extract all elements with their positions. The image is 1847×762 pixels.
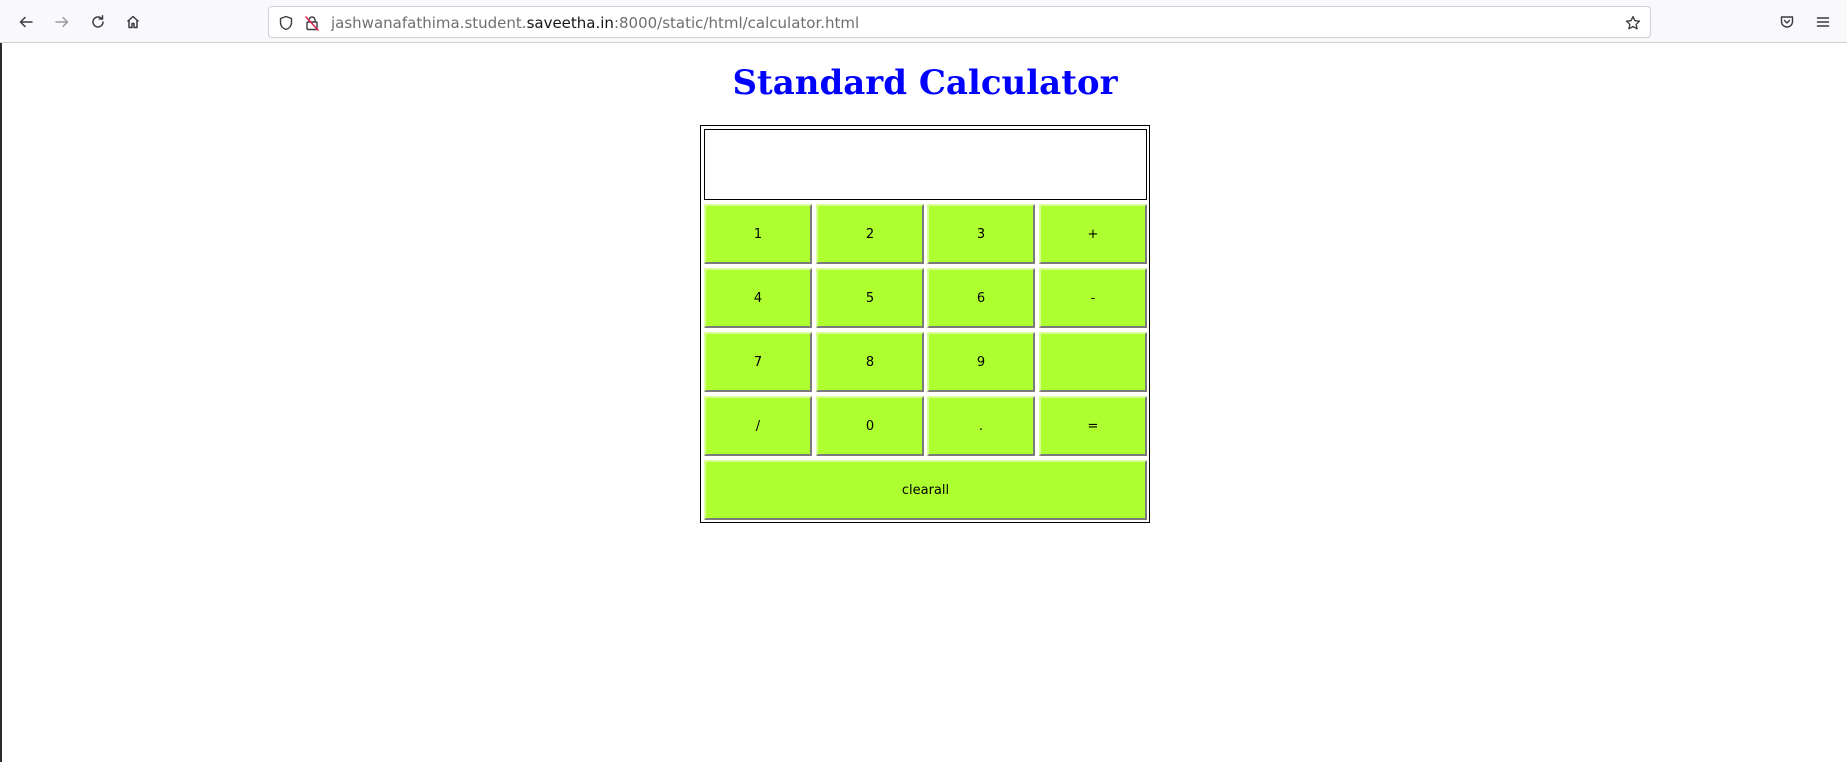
reload-icon: [92, 15, 104, 28]
key-8[interactable]: 8: [816, 332, 924, 392]
key-6[interactable]: 6: [927, 268, 1035, 328]
url-suffix: :8000/static/html/calculator.html: [613, 14, 860, 32]
key-0[interactable]: 0: [816, 396, 924, 456]
key-decimal[interactable]: .: [927, 396, 1035, 456]
page-title: Standard Calculator: [732, 63, 1118, 103]
hamburger-menu-icon[interactable]: [1810, 9, 1836, 35]
back-arrow-icon: [19, 16, 33, 28]
calculator-panel: 1 2 3 + 4 5 6 - 7 8 9 / 0 . = clearall: [700, 125, 1150, 523]
home-icon: [126, 15, 140, 29]
home-button[interactable]: [119, 8, 147, 36]
shield-icon[interactable]: [277, 14, 295, 32]
key-4[interactable]: 4: [704, 268, 812, 328]
back-button[interactable]: [12, 8, 40, 36]
clear-all-button[interactable]: clearall: [704, 460, 1147, 520]
key-9[interactable]: 9: [927, 332, 1035, 392]
key-5[interactable]: 5: [816, 268, 924, 328]
reload-button[interactable]: [84, 8, 112, 36]
calculator-display: [704, 129, 1147, 200]
key-minus[interactable]: -: [1039, 268, 1147, 328]
url-prefix: jashwanafathima.student.: [331, 14, 527, 32]
key-blank[interactable]: [1039, 332, 1147, 392]
forward-button[interactable]: [48, 8, 76, 36]
url-text[interactable]: jashwanafathima.student.saveetha.in:8000…: [331, 14, 859, 32]
key-equals[interactable]: =: [1039, 396, 1147, 456]
pocket-icon[interactable]: [1774, 9, 1800, 35]
forward-arrow-icon: [55, 16, 69, 28]
key-2[interactable]: 2: [816, 204, 924, 264]
star-icon[interactable]: [1624, 14, 1642, 32]
insecure-lock-icon[interactable]: [303, 14, 321, 32]
key-7[interactable]: 7: [704, 332, 812, 392]
key-3[interactable]: 3: [927, 204, 1035, 264]
key-plus[interactable]: +: [1039, 204, 1147, 264]
address-bar[interactable]: jashwanafathima.student.saveetha.in:8000…: [268, 6, 1651, 38]
window-edge: [0, 0, 2, 762]
key-divide[interactable]: /: [704, 396, 812, 456]
url-domain: saveetha.in: [526, 14, 614, 32]
browser-toolbar: jashwanafathima.student.saveetha.in:8000…: [0, 0, 1847, 43]
key-1[interactable]: 1: [704, 204, 812, 264]
